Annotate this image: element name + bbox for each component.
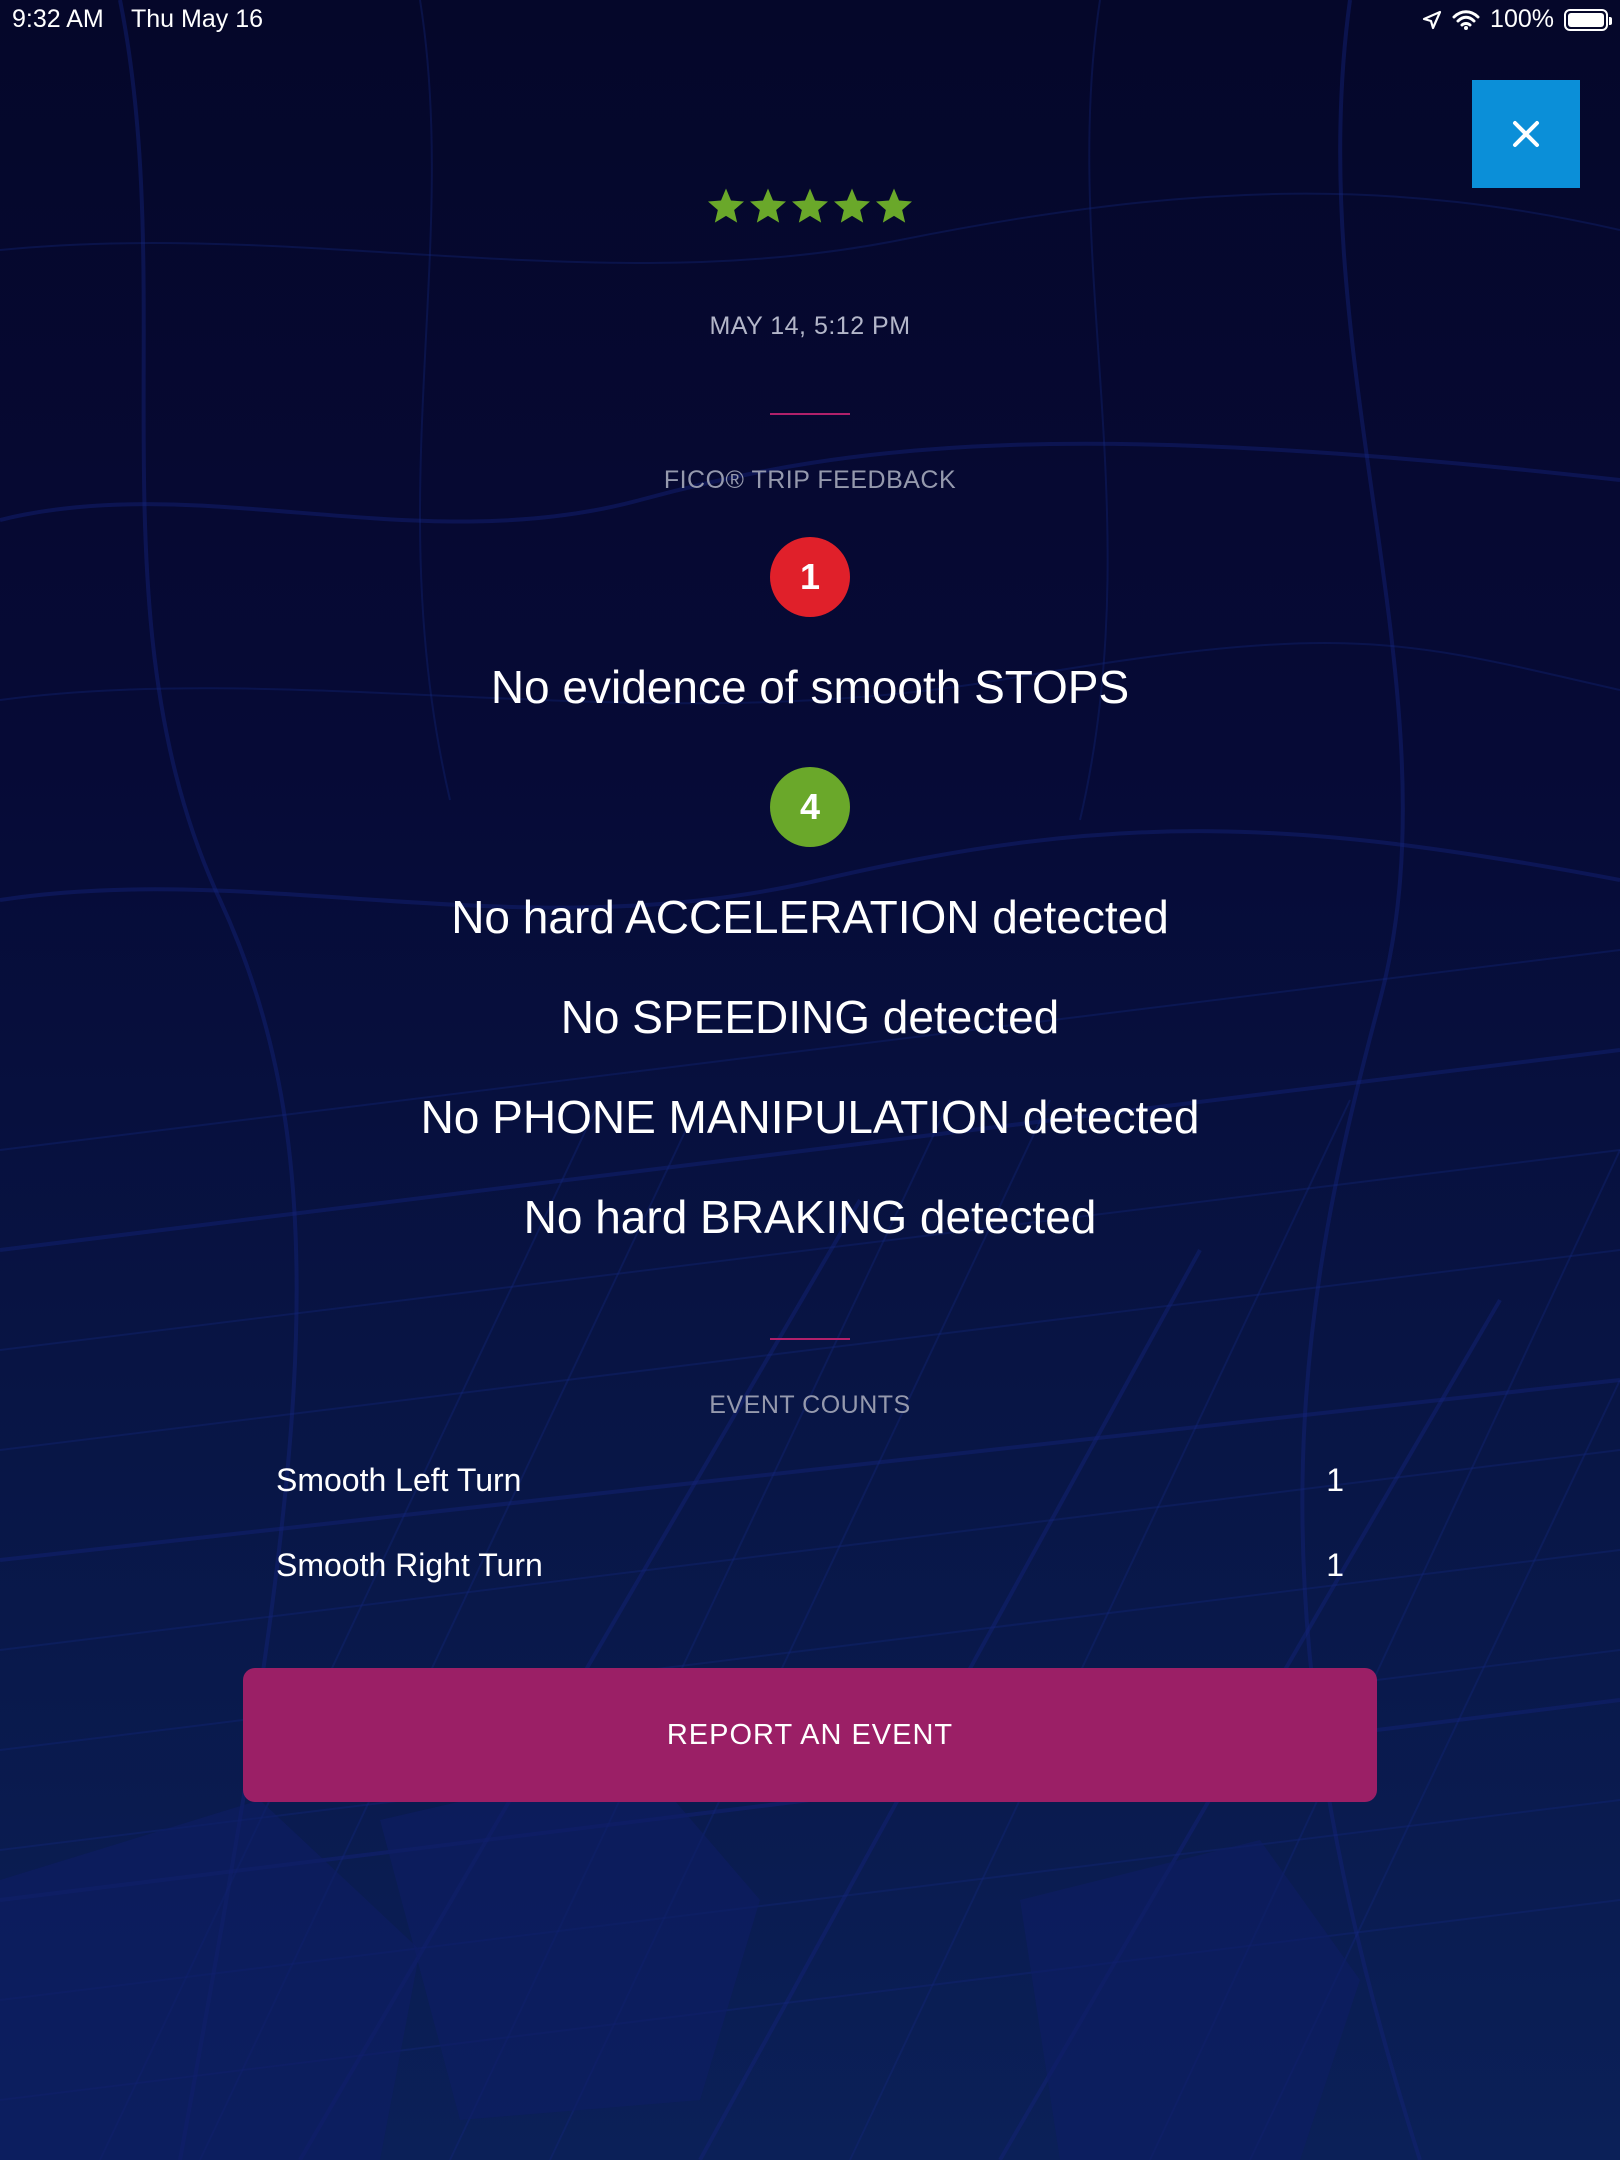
star-icon (876, 188, 912, 223)
close-button[interactable] (1472, 80, 1580, 188)
close-icon (1513, 121, 1539, 147)
battery-icon (1564, 8, 1612, 31)
report-event-button[interactable]: REPORT AN EVENT (243, 1668, 1377, 1802)
section-divider (770, 1338, 850, 1340)
status-bar: 9:32 AM Thu May 16 100% (0, 0, 1620, 40)
event-count: 1 (1326, 1547, 1344, 1583)
feedback-item-braking: No hard BRAKING detected (523, 1191, 1097, 1243)
trip-date: MAY 14, 5:12 PM (709, 312, 911, 340)
status-time: 9:32 AM (12, 5, 104, 33)
section-divider (770, 413, 850, 415)
event-row: Smooth Right Turn 1 (276, 1547, 1344, 1597)
star-icon (792, 188, 828, 223)
feedback-item-acceleration: No hard ACCELERATION detected (451, 891, 1169, 943)
star-rating (0, 186, 1620, 226)
positive-count-badge: 4 (770, 767, 850, 847)
status-date: Thu May 16 (131, 5, 264, 33)
feedback-item-phone-manipulation: No PHONE MANIPULATION detected (420, 1091, 1200, 1143)
feedback-item-smooth-stops: No evidence of smooth STOPS (490, 661, 1130, 713)
event-name: Smooth Right Turn (276, 1547, 543, 1583)
wifi-icon (1452, 9, 1480, 31)
star-icon (708, 188, 744, 223)
event-count: 1 (1326, 1462, 1344, 1498)
star-icon (834, 188, 870, 223)
event-row: Smooth Left Turn 1 (276, 1462, 1344, 1512)
location-arrow-icon (1422, 10, 1442, 30)
status-indicators: 100% (1422, 5, 1612, 34)
feedback-section-title: FICO® TRIP FEEDBACK (663, 466, 957, 494)
negative-count-badge: 1 (770, 537, 850, 617)
star-icon (750, 188, 786, 223)
event-name: Smooth Left Turn (276, 1462, 522, 1498)
battery-percent: 100% (1490, 5, 1554, 33)
feedback-item-speeding: No SPEEDING detected (560, 991, 1060, 1043)
event-counts-title: EVENT COUNTS (709, 1391, 911, 1419)
